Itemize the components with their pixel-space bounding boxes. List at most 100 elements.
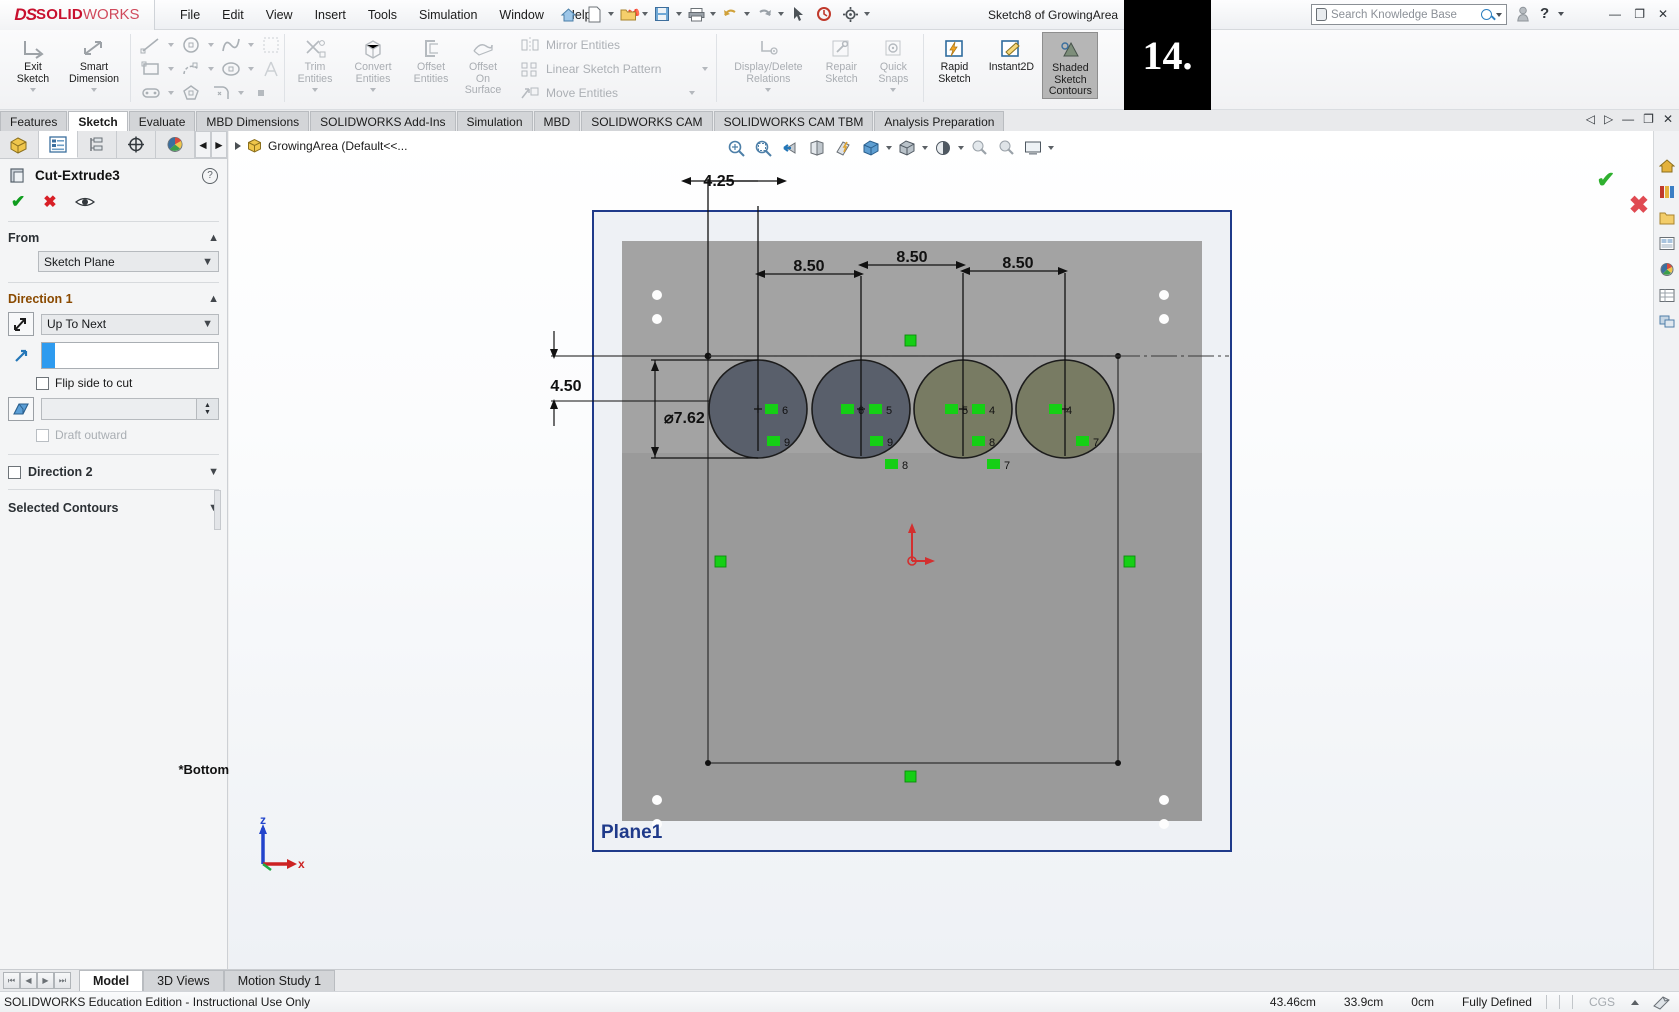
fillet-dropdown-icon[interactable] <box>238 91 244 95</box>
stepper-down-icon[interactable]: ▼ <box>204 409 211 416</box>
draft-icon[interactable] <box>8 397 34 421</box>
configuration-manager-tab[interactable] <box>78 131 117 158</box>
tab-nav-next-button[interactable]: ▶ <box>37 972 54 989</box>
help-icon[interactable]: ? <box>202 167 218 184</box>
document-restore-button[interactable]: ❐ <box>1643 112 1654 126</box>
draft-angle-stepper[interactable]: ▲ ▼ <box>196 399 218 419</box>
flip-side-to-cut-row[interactable]: Flip side to cut <box>0 372 227 394</box>
tab-solidworks-add-ins[interactable]: SOLIDWORKS Add-Ins <box>310 111 456 131</box>
tab-nav-previous-button[interactable]: ◀ <box>20 972 37 989</box>
viewport-layout-dropdown-icon[interactable] <box>1048 146 1054 150</box>
dimxpert-manager-tab[interactable] <box>117 131 156 158</box>
slot-icon[interactable] <box>138 83 164 103</box>
open-dropdown-icon[interactable] <box>642 12 648 16</box>
direction1-selection-field[interactable] <box>41 342 219 369</box>
smart-dimension-button[interactable]: Smart Dimension <box>62 32 126 92</box>
caret-up-icon[interactable] <box>1631 999 1639 1005</box>
breadcrumb[interactable]: GrowingArea (Default<<... <box>235 138 407 153</box>
display-style-icon[interactable] <box>859 137 883 159</box>
section-direction2-header[interactable]: Direction 2 ▼ <box>0 457 227 487</box>
3d-interconnect-icon[interactable] <box>1658 313 1676 330</box>
triangle-right-icon[interactable] <box>235 141 241 150</box>
settings-dropdown-icon[interactable] <box>864 12 870 16</box>
menu-item-tools[interactable]: Tools <box>357 4 408 26</box>
preview-eye-icon[interactable] <box>74 195 95 209</box>
save-icon[interactable] <box>650 3 674 25</box>
edit-appearance-icon[interactable] <box>931 137 955 159</box>
custom-properties-icon[interactable] <box>1658 287 1676 304</box>
rapid-sketch-button[interactable]: Rapid Sketch <box>928 32 980 85</box>
status-units[interactable]: CGS <box>1573 995 1631 1009</box>
reverse-direction-icon[interactable] <box>8 348 34 364</box>
direction2-checkbox[interactable] <box>8 465 21 479</box>
edit-appearance-dropdown-icon[interactable] <box>958 146 964 150</box>
view-settings-icon[interactable] <box>994 137 1018 159</box>
tab-nav-right-button[interactable]: ► <box>211 131 227 158</box>
ellipse-dropdown-icon[interactable] <box>248 67 254 71</box>
zoom-to-fit-icon[interactable] <box>724 137 748 159</box>
zoom-to-area-icon[interactable] <box>751 137 775 159</box>
arc-dropdown-icon[interactable] <box>208 67 214 71</box>
document-minimize-button[interactable]: — <box>1622 112 1634 126</box>
tab-analysis-preparation[interactable]: Analysis Preparation <box>874 111 1005 131</box>
display-delete-relations-dropdown-icon[interactable] <box>765 88 772 92</box>
chevron-down-icon[interactable]: ▼ <box>202 318 213 330</box>
arc-icon[interactable] <box>178 59 204 79</box>
trim-entities-button[interactable]: Trim Entities <box>289 32 341 92</box>
linear-sketch-pattern-dropdown-icon[interactable] <box>702 67 709 71</box>
graphics-area[interactable]: GrowingArea (Default<<... ✔ ✖ 4.25 8.50 … <box>229 131 1679 969</box>
stepper-up-icon[interactable]: ▲ <box>204 402 211 409</box>
rectangle-dropdown-icon[interactable] <box>168 67 174 71</box>
smart-dimension-dropdown-icon[interactable] <box>91 88 97 92</box>
draft-angle-value[interactable] <box>42 399 196 419</box>
section-view-icon[interactable] <box>805 137 829 159</box>
save-dropdown-icon[interactable] <box>676 12 682 16</box>
user-account-icon[interactable] <box>1517 6 1529 22</box>
menu-item-file[interactable]: File <box>169 4 211 26</box>
rectangle-icon[interactable] <box>138 59 164 79</box>
draft-angle-input[interactable]: ▲ ▼ <box>41 398 219 420</box>
trim-entities-dropdown-icon[interactable] <box>312 88 318 92</box>
apply-scene-icon[interactable] <box>967 137 991 159</box>
panel-splitter-handle[interactable] <box>214 490 221 530</box>
print-icon[interactable] <box>684 3 708 25</box>
spline-icon[interactable] <box>218 35 244 55</box>
ellipse-icon[interactable] <box>218 59 244 79</box>
appearances-scenes-icon[interactable] <box>1658 261 1676 278</box>
convert-entities-button[interactable]: Convert Entities <box>341 32 405 92</box>
chevron-down-icon[interactable]: ▼ <box>202 256 213 268</box>
panel-collapse-left-button[interactable]: ◁ <box>1586 112 1595 126</box>
tab-nav-first-button[interactable]: ⏮ <box>3 972 20 989</box>
repair-sketch-button[interactable]: Repair Sketch <box>815 32 867 85</box>
tab-nav-last-button[interactable]: ⏭ <box>54 972 71 989</box>
point-icon[interactable] <box>248 83 274 103</box>
confirm-cancel-icon[interactable]: ✖ <box>1629 191 1649 220</box>
tab-sketch[interactable]: Sketch <box>68 111 128 131</box>
display-manager-tab[interactable] <box>156 131 195 158</box>
property-manager-tab[interactable] <box>39 131 78 158</box>
tab-solidworks-cam[interactable]: SOLIDWORKS CAM <box>581 111 713 131</box>
spline-dropdown-icon[interactable] <box>248 43 254 47</box>
linear-sketch-pattern-button[interactable]: Linear Sketch Pattern <box>517 58 709 80</box>
new-home-icon[interactable] <box>556 3 580 25</box>
search-knowledge-base[interactable]: Search Knowledge Base <box>1311 4 1507 25</box>
view-orientation-icon[interactable] <box>832 137 856 159</box>
search-input[interactable]: Search Knowledge Base <box>1331 9 1477 21</box>
sketch-pattern-icon[interactable] <box>258 35 284 55</box>
polygon-icon[interactable] <box>178 83 204 103</box>
tab-mbd[interactable]: MBD <box>533 111 581 131</box>
tab-features[interactable]: Features <box>0 111 68 131</box>
redo-icon[interactable] <box>752 3 776 25</box>
window-close-button[interactable]: ✕ <box>1658 7 1668 21</box>
menu-item-insert[interactable]: Insert <box>304 4 357 26</box>
hide-show-dropdown-icon[interactable] <box>922 146 928 150</box>
tab-simulation[interactable]: Simulation <box>456 111 533 131</box>
window-maximize-button[interactable]: ❐ <box>1634 7 1645 21</box>
undo-dropdown-icon[interactable] <box>744 12 750 16</box>
new-document-icon[interactable] <box>582 3 606 25</box>
home-icon[interactable] <box>1658 157 1676 174</box>
instant2d-button[interactable]: Instant2D <box>980 32 1042 74</box>
quick-snaps-dropdown-icon[interactable] <box>890 88 897 92</box>
open-folder-icon[interactable] <box>616 3 640 25</box>
menu-item-edit[interactable]: Edit <box>211 4 255 26</box>
